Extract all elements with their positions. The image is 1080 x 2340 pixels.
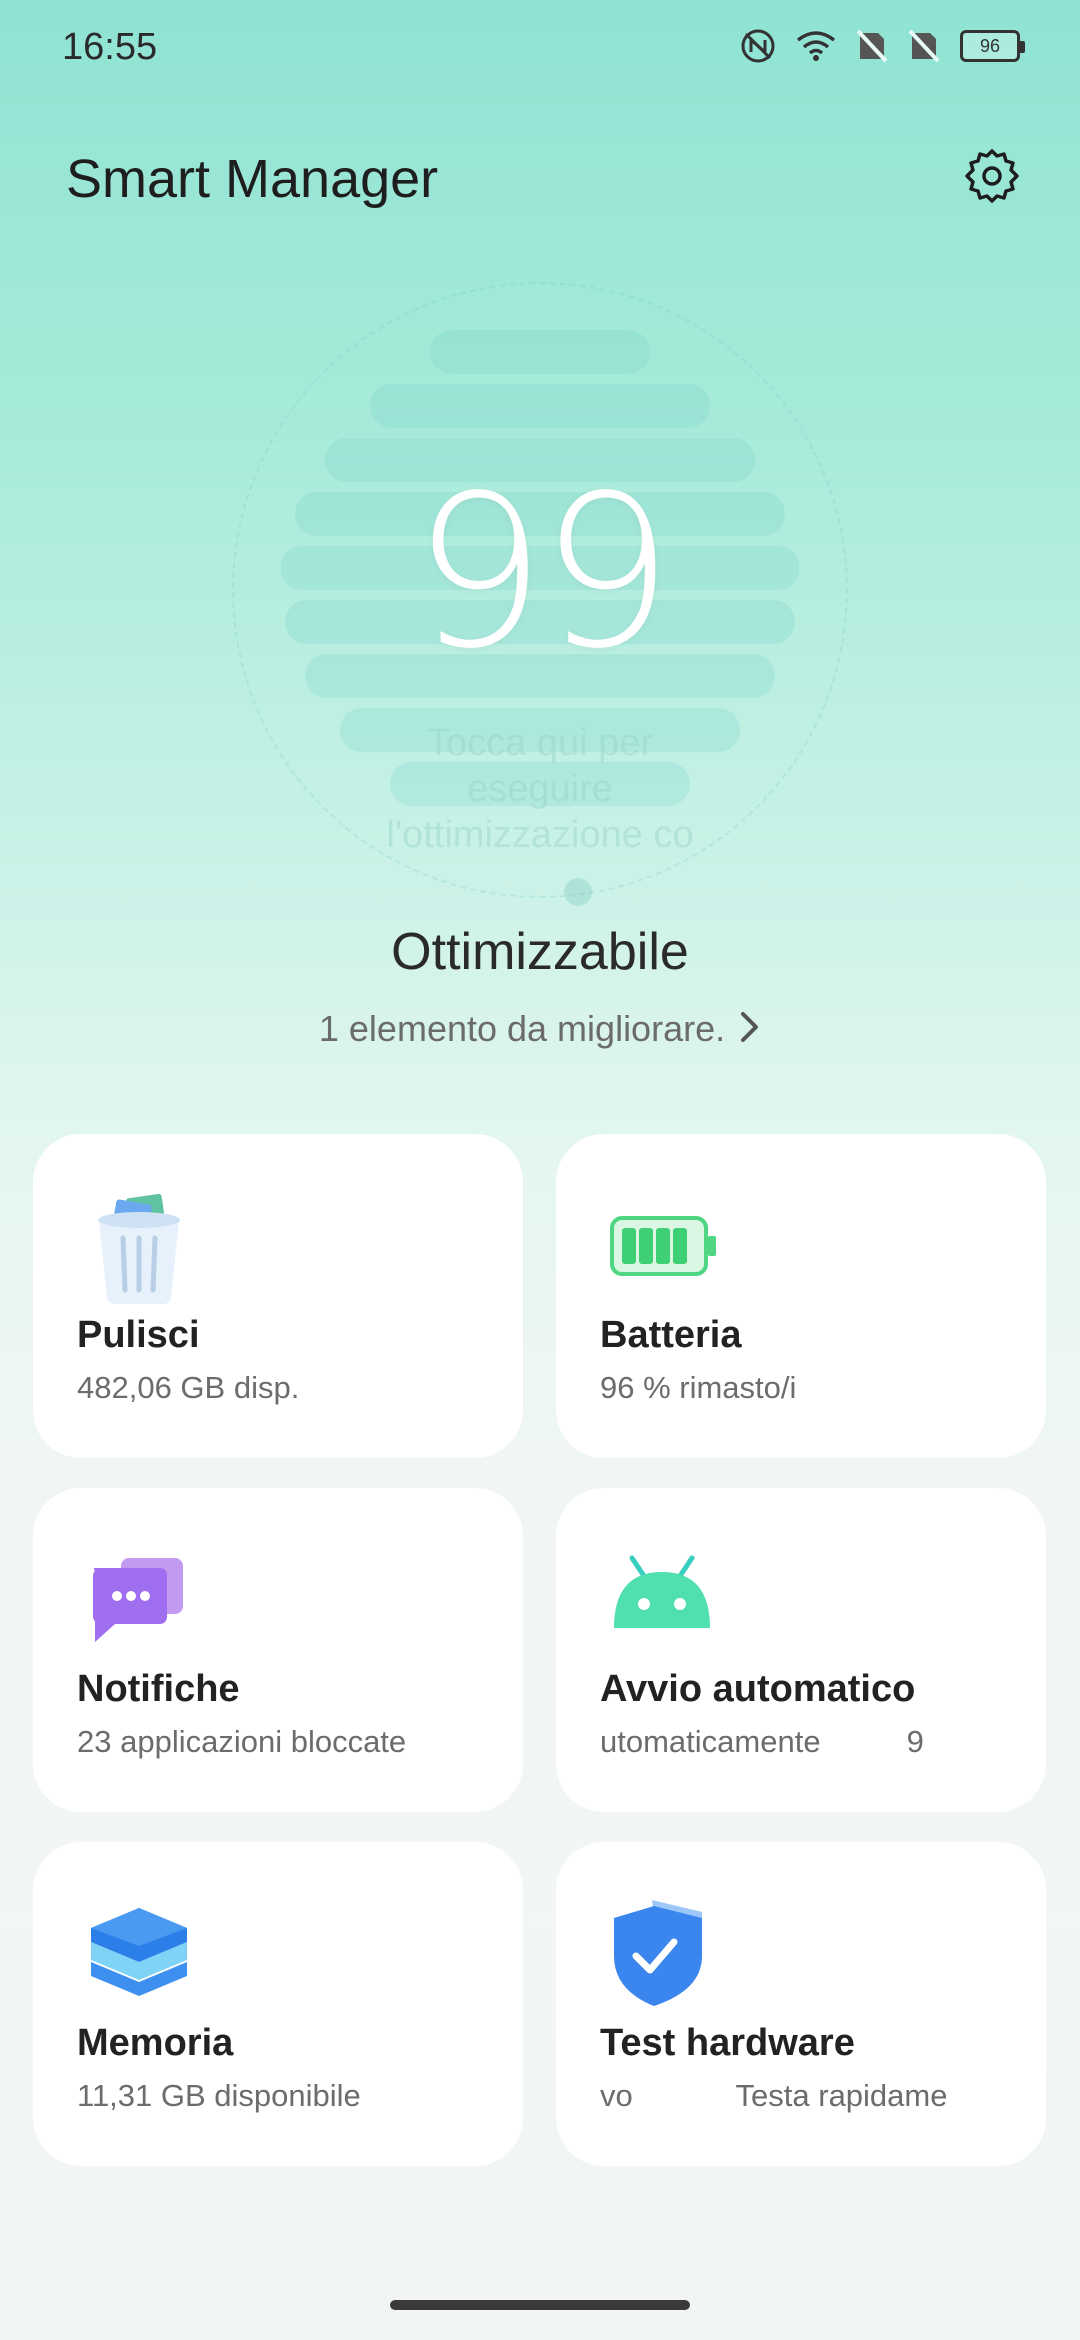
tap-to-optimize-hint: Tocca qui per eseguire l'ottimizzazione … xyxy=(386,722,694,856)
status-time: 16:55 xyxy=(62,26,158,68)
card-hardware-test[interactable]: Test hardware vo Testa rapidame xyxy=(556,1842,1046,2166)
nfc-icon xyxy=(740,28,776,64)
status-bar: 16:55 96 xyxy=(0,0,1080,100)
chat-bubble-icon xyxy=(85,1544,195,1654)
home-indicator[interactable] xyxy=(390,2300,690,2310)
gear-icon xyxy=(963,147,1021,210)
card-title: Notifiche xyxy=(77,1668,240,1710)
card-title: Memoria xyxy=(77,2022,234,2064)
card-clean[interactable]: Pulisci 482,06 GB disp. xyxy=(33,1134,523,1458)
card-title: Avvio automatico xyxy=(600,1668,916,1710)
status-icons: 96 xyxy=(740,28,1025,64)
card-battery[interactable]: Batteria 96 % rimasto/i xyxy=(556,1134,1046,1458)
card-title: Test hardware xyxy=(600,2022,855,2064)
optimization-status: Ottimizzabile xyxy=(391,923,689,981)
card-autostart[interactable]: Avvio automatico utomaticamente 9 xyxy=(556,1488,1046,1812)
card-subtitle: 23 applicazioni bloccate xyxy=(77,1724,407,1759)
card-memory[interactable]: Memoria 11,31 GB disponibile xyxy=(33,1842,523,2166)
orb-progress-dot xyxy=(564,878,592,906)
layers-stack-icon xyxy=(85,1898,195,2008)
card-subtitle: 482,06 GB disp. xyxy=(77,1370,300,1405)
shield-check-icon xyxy=(608,1898,718,2008)
battery-indicator: 96 xyxy=(960,30,1025,62)
improvement-text: 1 elemento da migliorare. xyxy=(318,1008,726,1049)
chevron-right-icon xyxy=(739,1010,761,1053)
card-notifications[interactable]: Notifiche 23 applicazioni bloccate xyxy=(33,1488,523,1812)
card-subtitle-marquee: vo Testa rapidame xyxy=(600,2078,948,2113)
wifi-icon xyxy=(796,30,836,62)
card-subtitle-marquee: utomaticamente 9 xyxy=(600,1724,924,1759)
card-subtitle: 11,31 GB disponibile xyxy=(77,2078,361,2113)
android-robot-icon xyxy=(608,1544,718,1654)
card-title: Pulisci xyxy=(77,1314,200,1356)
no-sim-icon-2 xyxy=(908,29,940,63)
card-subtitle: 96 % rimasto/i xyxy=(600,1370,797,1405)
no-sim-icon xyxy=(856,29,888,63)
improvement-link[interactable]: 1 elemento da migliorare. xyxy=(0,1008,1080,1053)
settings-button[interactable] xyxy=(960,146,1024,210)
optimization-score[interactable]: 99 xyxy=(0,450,1080,695)
card-title: Batteria xyxy=(600,1314,742,1356)
page-title: Smart Manager xyxy=(66,149,439,209)
battery-icon xyxy=(608,1190,718,1300)
trash-bin-icon xyxy=(85,1190,195,1304)
